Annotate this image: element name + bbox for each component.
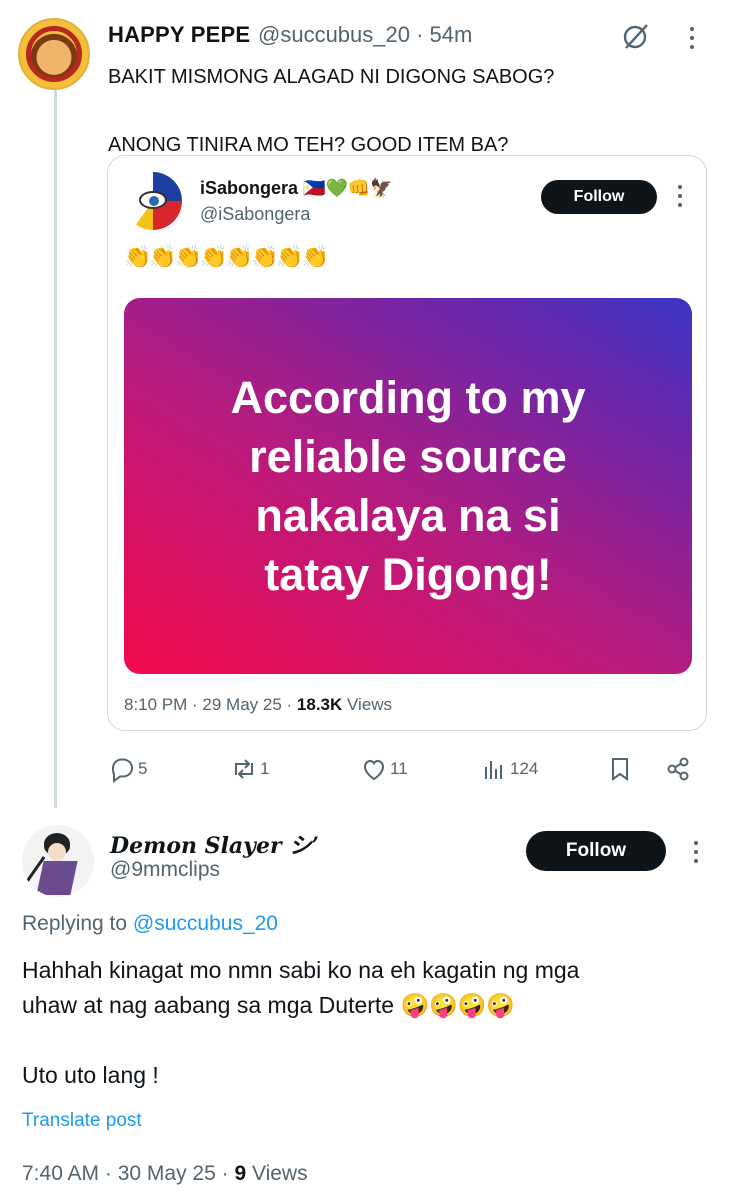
post-text: BAKIT MISMONG ALAGAD NI DIGONG SABOG? AN… — [108, 66, 555, 156]
reply-meta: 7:40 AM · 30 May 25 · 9 Views — [22, 1162, 308, 1186]
repost-count: 1 — [260, 759, 270, 778]
quoted-views-label: Views — [342, 695, 393, 714]
reply-author-handle[interactable]: @9mmclips — [110, 858, 220, 882]
reply-count: 5 — [138, 759, 148, 778]
reply-author-name[interactable]: Demon Slayer シ’ — [110, 828, 319, 860]
quoted-image-text: According to my reliable source nakalaya… — [230, 372, 586, 600]
reply-views-count: 9 — [234, 1162, 247, 1185]
quoted-avatar[interactable] — [124, 172, 182, 230]
grok-icon[interactable] — [620, 20, 652, 52]
more-icon[interactable] — [688, 836, 704, 866]
views-button[interactable]: 124 — [480, 752, 538, 786]
reply-icon — [111, 758, 134, 783]
bookmark-icon — [612, 758, 628, 781]
repost-icon — [235, 759, 253, 779]
more-icon[interactable] — [684, 22, 700, 54]
quoted-follow-button[interactable]: Follow — [541, 180, 657, 214]
quoted-post-text: 👏👏👏👏👏👏👏👏 — [124, 244, 329, 269]
action-bar: 5 1 11 124 — [108, 752, 708, 786]
avatar[interactable] — [18, 18, 90, 90]
reply-follow-button[interactable]: Follow — [526, 831, 666, 871]
reply-timestamp: 7:40 AM · 30 May 25 · — [22, 1162, 235, 1185]
replying-prefix: Replying to — [22, 912, 133, 935]
replying-handle-link[interactable]: @succubus_20 — [133, 912, 278, 935]
reply-button[interactable]: 5 — [108, 752, 147, 786]
reply-avatar[interactable] — [22, 825, 94, 897]
translate-post-link[interactable]: Translate post — [22, 1110, 142, 1132]
like-icon — [363, 759, 385, 781]
more-icon[interactable] — [672, 180, 688, 210]
repost-button[interactable]: 1 — [230, 752, 269, 786]
quoted-image[interactable]: According to my reliable source nakalaya… — [124, 298, 692, 674]
author-name[interactable]: HAPPY PEPE — [108, 22, 250, 48]
reply-views-label: Views — [246, 1162, 308, 1185]
like-button[interactable]: 11 — [360, 752, 408, 786]
quoted-meta: 8:10 PM · 29 May 25 · 18.3K Views — [124, 695, 392, 715]
quoted-timestamp: 8:10 PM · 29 May 25 · — [124, 695, 297, 714]
like-count: 11 — [390, 759, 408, 778]
thread-line — [54, 90, 57, 808]
views-count: 124 — [510, 759, 539, 778]
share-icon — [667, 757, 689, 781]
views-icon — [485, 761, 502, 779]
quoted-author-name[interactable]: iSabongera 🇵🇭💚👊🦅 — [200, 178, 393, 199]
quoted-views-count: 18.3K — [296, 695, 343, 714]
share-button[interactable] — [664, 752, 694, 786]
bookmark-button[interactable] — [606, 752, 636, 786]
replying-to: Replying to @succubus_20 — [22, 912, 278, 936]
reply-text: Hahhah kinagat mo nmn sabi ko na eh kaga… — [22, 957, 580, 1088]
quoted-author-handle[interactable]: @iSabongera — [200, 204, 310, 225]
author-handle-time[interactable]: @succubus_20 · 54m — [258, 22, 472, 48]
